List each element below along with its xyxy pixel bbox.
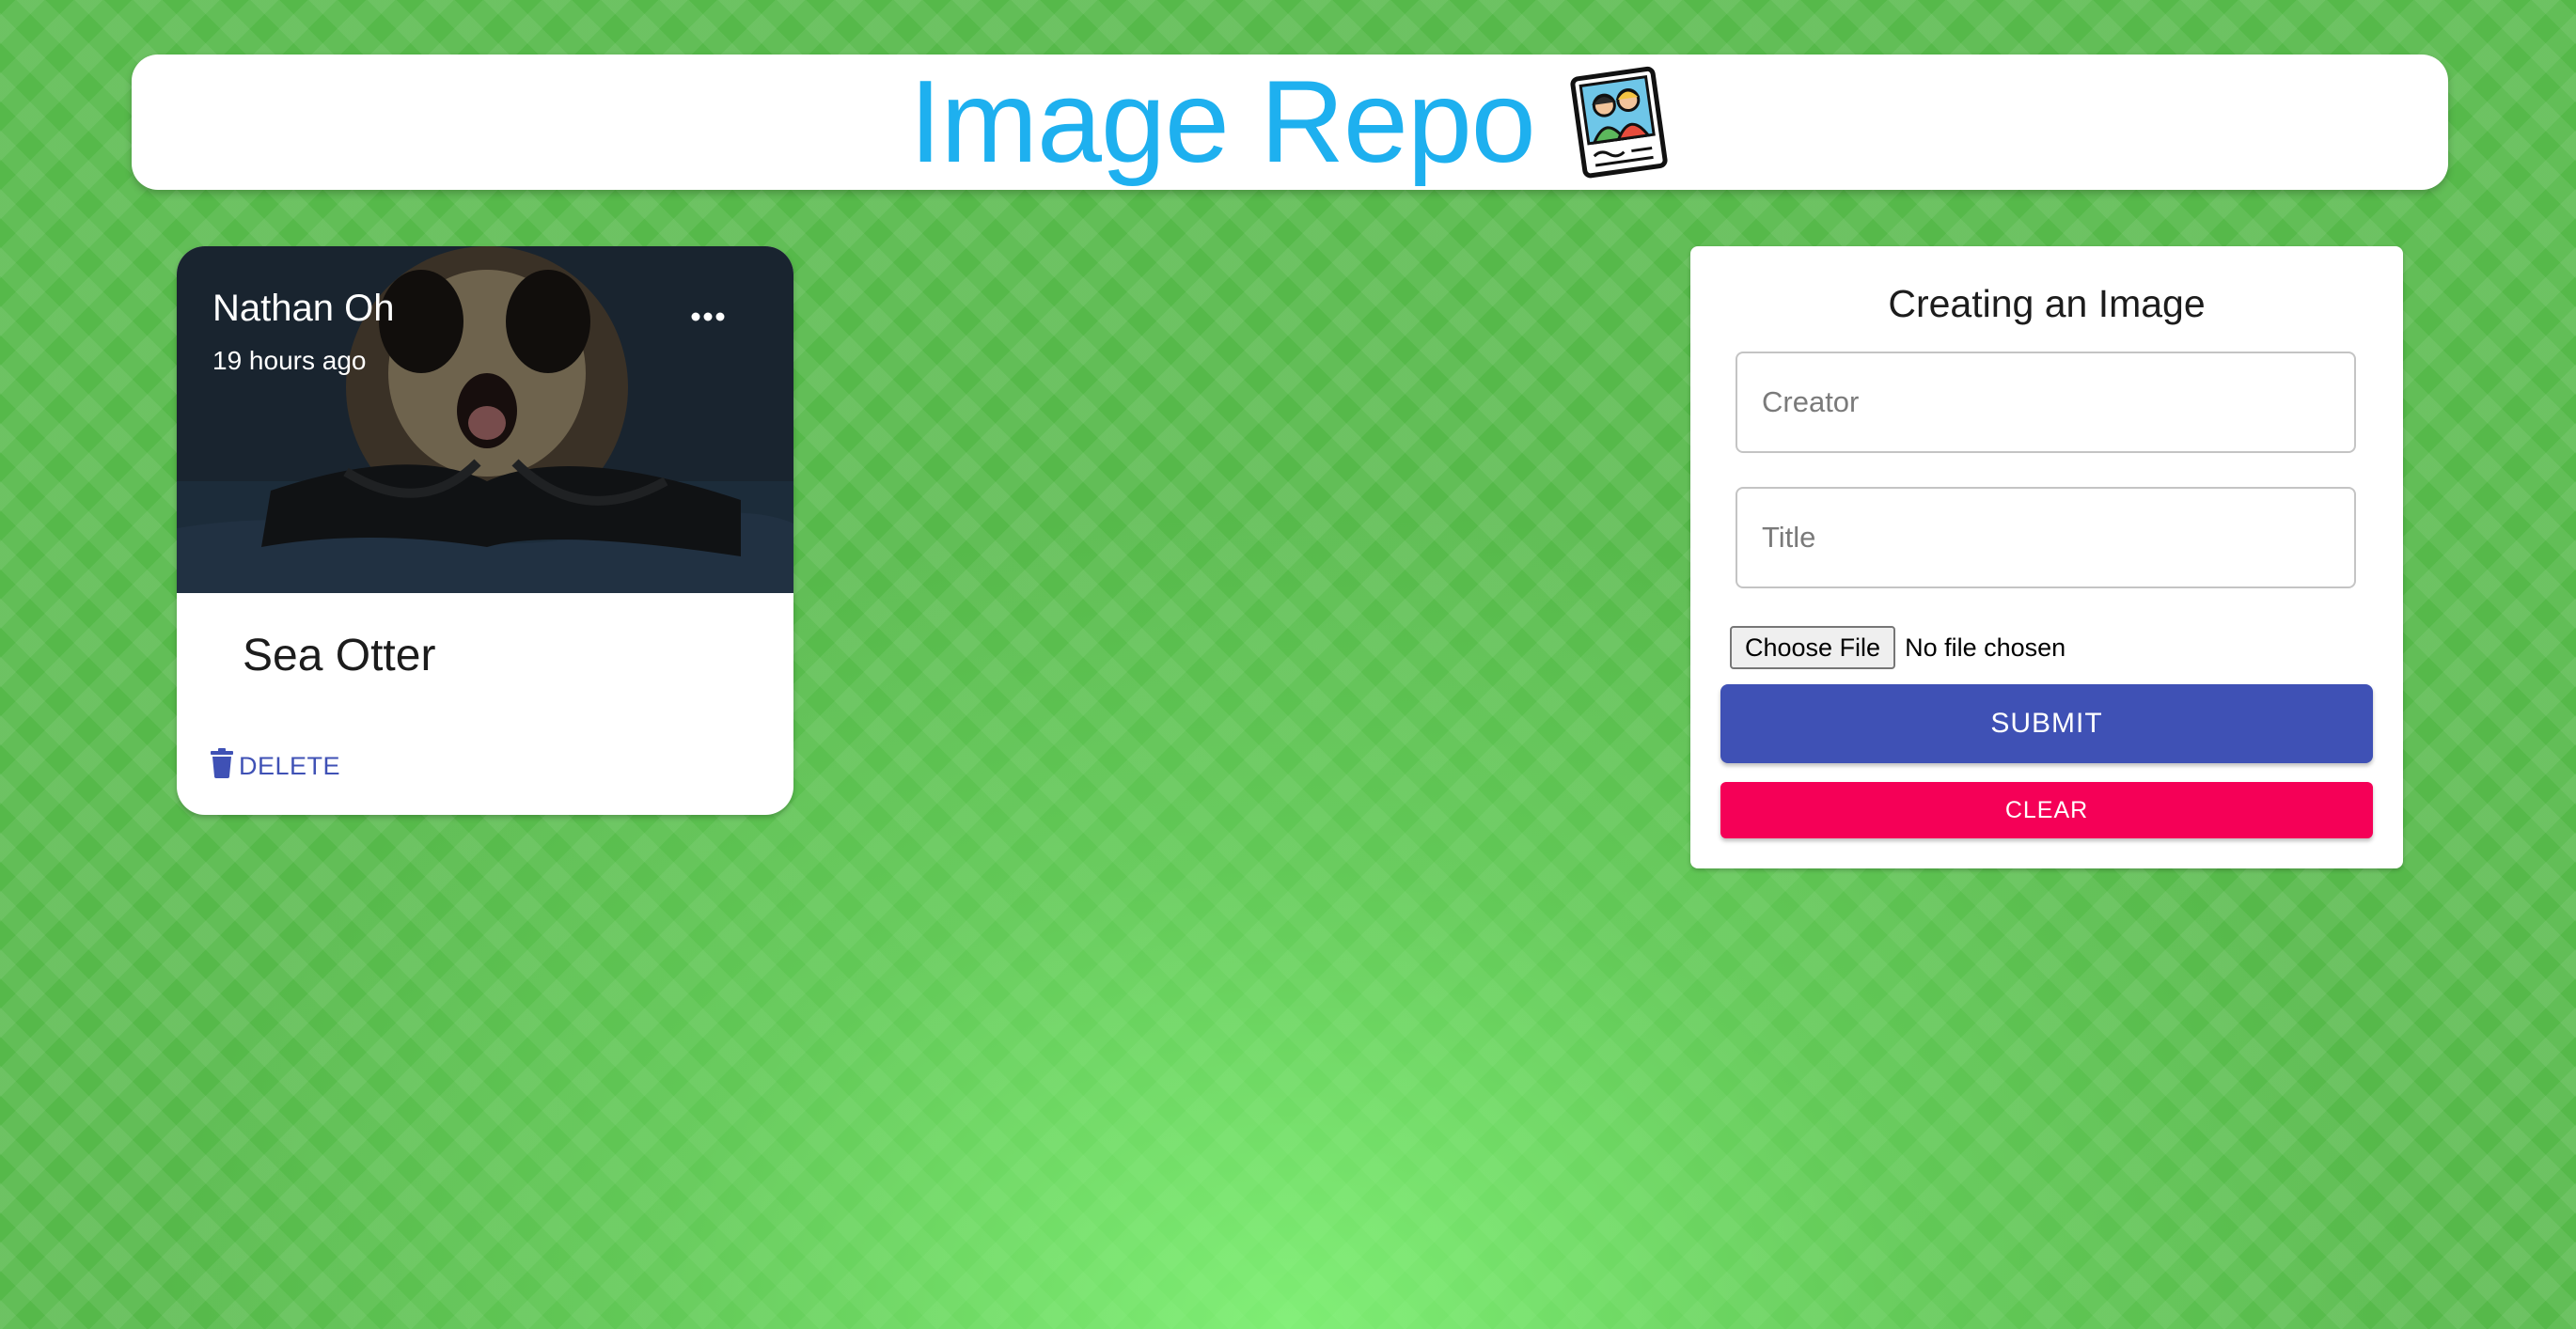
photo-polaroid-icon — [1569, 64, 1671, 180]
clear-button[interactable]: CLEAR — [1720, 782, 2373, 838]
title-input[interactable] — [1736, 487, 2356, 588]
post-title: Sea Otter — [243, 631, 436, 680]
file-input: Choose File No file chosen — [1730, 626, 2066, 669]
delete-button[interactable]: DELETE — [211, 748, 340, 785]
more-options-button[interactable] — [675, 297, 741, 338]
delete-label: DELETE — [239, 752, 341, 780]
post-card: Nathan Oh 19 hours ago Sea Otter DELETE — [177, 246, 793, 815]
creator-input[interactable] — [1736, 352, 2356, 453]
create-image-form: Creating an Image Choose File No file ch… — [1690, 246, 2403, 868]
app-title: Image Repo — [909, 57, 1536, 187]
submit-button[interactable]: SUBMIT — [1720, 684, 2373, 763]
trash-icon — [211, 748, 233, 785]
file-status: No file chosen — [1905, 633, 2066, 662]
choose-file-button[interactable]: Choose File — [1730, 626, 1896, 669]
form-heading: Creating an Image — [1888, 282, 2206, 325]
app-header: Image Repo — [132, 55, 2448, 190]
post-timestamp: 19 hours ago — [212, 346, 367, 375]
post-creator: Nathan Oh — [212, 288, 395, 329]
more-horizontal-icon — [691, 309, 725, 326]
